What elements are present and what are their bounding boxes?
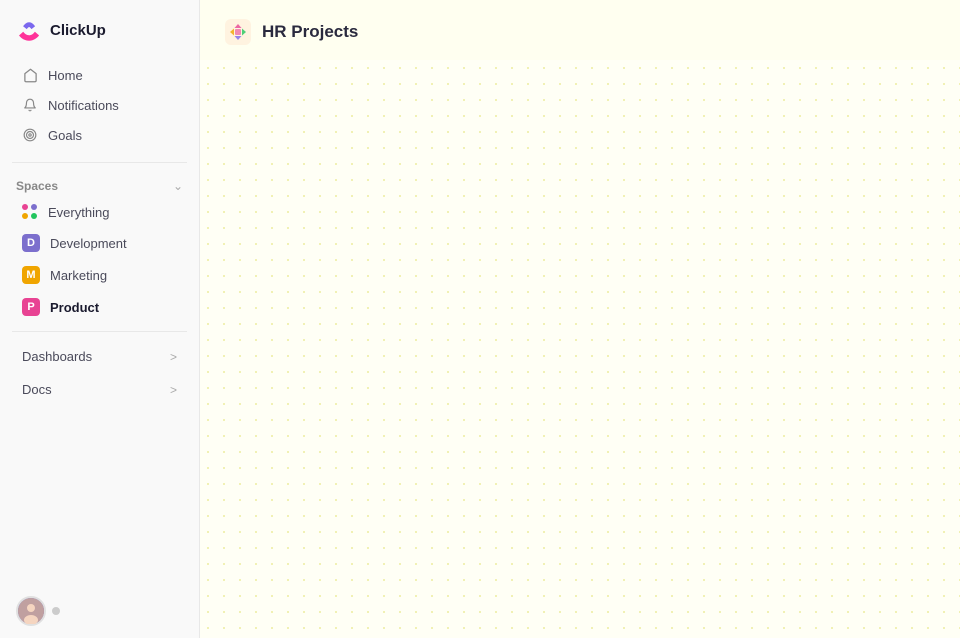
main-body bbox=[200, 60, 960, 638]
sidebar-item-marketing[interactable]: M Marketing bbox=[6, 259, 193, 291]
sidebar-footer bbox=[0, 584, 199, 638]
main-content: HR Projects bbox=[200, 0, 960, 638]
nav-goals-label: Goals bbox=[48, 128, 82, 143]
home-icon bbox=[22, 67, 38, 83]
nav-notifications-label: Notifications bbox=[48, 98, 119, 113]
goals-icon bbox=[22, 127, 38, 143]
space-development-label: Development bbox=[50, 236, 127, 251]
logo-text: ClickUp bbox=[50, 22, 106, 39]
docs-chevron-icon: > bbox=[170, 383, 177, 397]
product-icon: P bbox=[22, 298, 40, 316]
sidebar-item-docs[interactable]: Docs > bbox=[6, 373, 193, 406]
marketing-icon: M bbox=[22, 266, 40, 284]
sidebar-item-dashboards[interactable]: Dashboards > bbox=[6, 340, 193, 373]
spaces-header: Spaces ⌄ bbox=[0, 171, 199, 197]
hr-projects-icon bbox=[224, 18, 252, 46]
nav-home-label: Home bbox=[48, 68, 83, 83]
bell-icon bbox=[22, 97, 38, 113]
sidebar-item-product[interactable]: P Product bbox=[6, 291, 193, 323]
everything-icon bbox=[22, 204, 38, 220]
main-nav: Home Notifications Goals bbox=[0, 56, 199, 154]
spaces-label: Spaces bbox=[16, 179, 58, 193]
sidebar-item-everything[interactable]: Everything bbox=[6, 197, 193, 227]
clickup-logo-icon bbox=[16, 16, 44, 44]
dashboards-label: Dashboards bbox=[22, 349, 92, 364]
space-everything-label: Everything bbox=[48, 205, 109, 220]
avatar[interactable] bbox=[16, 596, 46, 626]
main-header: HR Projects bbox=[200, 0, 960, 60]
space-product-label: Product bbox=[50, 300, 99, 315]
page-title: HR Projects bbox=[262, 22, 358, 42]
nav-goals[interactable]: Goals bbox=[6, 120, 193, 150]
nav-home[interactable]: Home bbox=[6, 60, 193, 90]
status-dot bbox=[52, 607, 60, 615]
development-icon: D bbox=[22, 234, 40, 252]
logo-area: ClickUp bbox=[0, 0, 199, 56]
sidebar: ClickUp Home Notifications bbox=[0, 0, 200, 638]
docs-label: Docs bbox=[22, 382, 52, 397]
dashboards-left: Dashboards bbox=[22, 349, 92, 364]
spaces-chevron-icon[interactable]: ⌄ bbox=[173, 179, 183, 193]
divider-1 bbox=[12, 162, 187, 163]
nav-notifications[interactable]: Notifications bbox=[6, 90, 193, 120]
sidebar-item-development[interactable]: D Development bbox=[6, 227, 193, 259]
dashboards-chevron-icon: > bbox=[170, 350, 177, 364]
space-marketing-label: Marketing bbox=[50, 268, 107, 283]
avatar-image bbox=[18, 598, 44, 624]
clickup-logo[interactable]: ClickUp bbox=[16, 16, 106, 44]
docs-left: Docs bbox=[22, 382, 52, 397]
divider-2 bbox=[12, 331, 187, 332]
